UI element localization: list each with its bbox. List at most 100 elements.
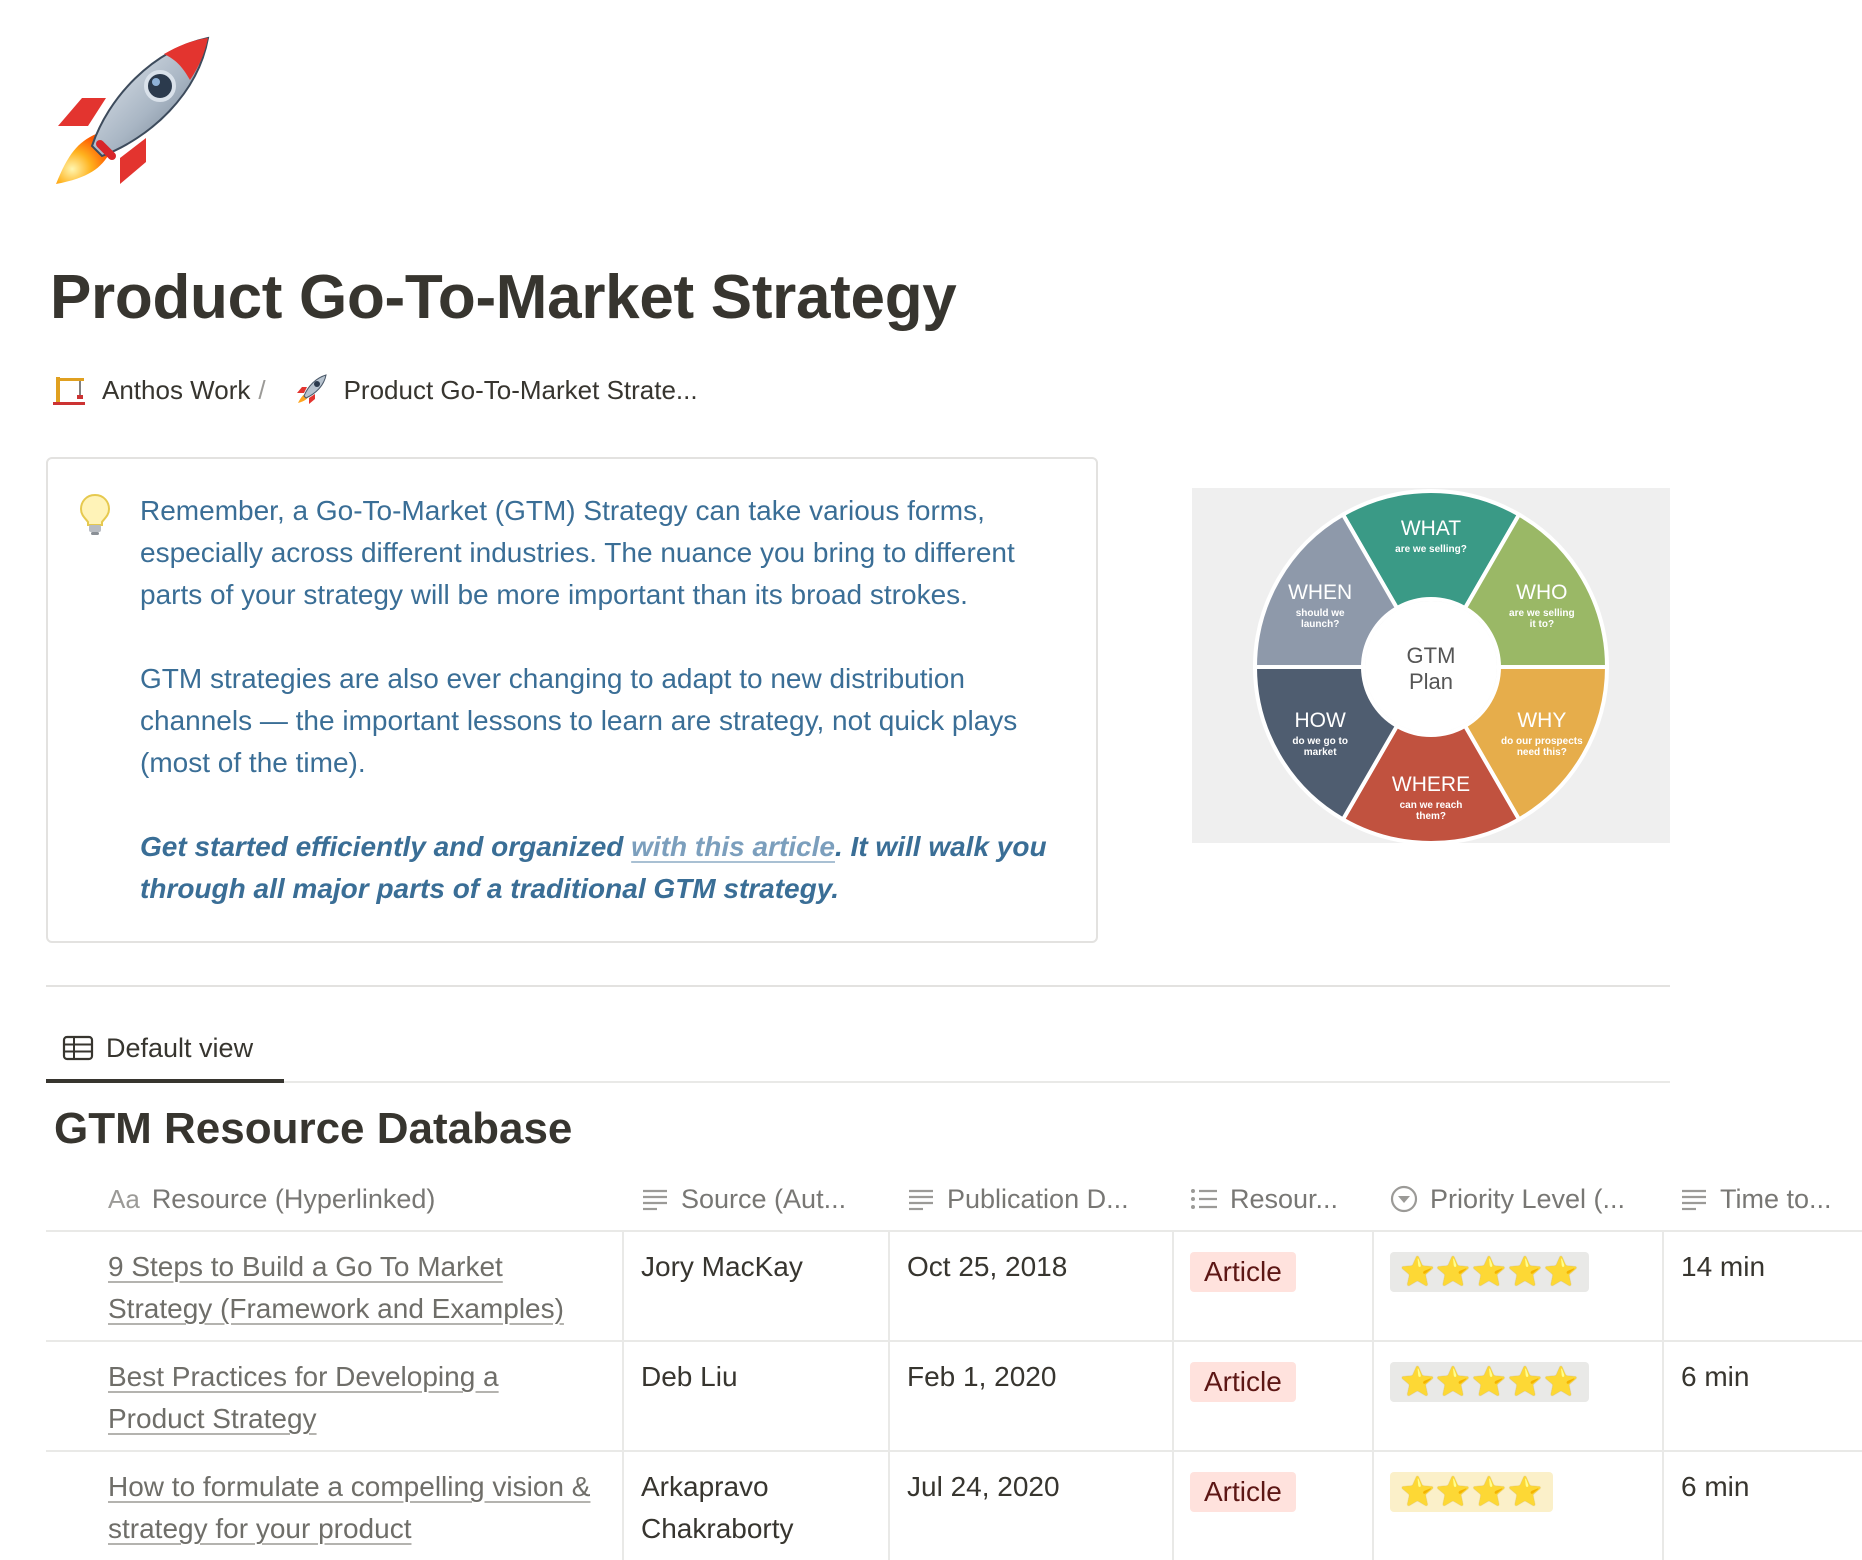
source-cell[interactable]: Arkapravo Chakraborty	[641, 1466, 881, 1550]
gtm-segment-subtitle: should we	[1296, 608, 1345, 619]
time-cell[interactable]: 14 min	[1681, 1246, 1765, 1288]
cell-divider	[622, 1452, 624, 1560]
gtm-segment-subtitle: can we reach	[1400, 800, 1463, 811]
cell-divider	[1172, 1452, 1174, 1560]
rocket-page-icon[interactable]	[48, 34, 213, 189]
priority-stars-badge[interactable]: ⭐⭐⭐⭐⭐	[1390, 1252, 1590, 1292]
gtm-segment-subtitle: are we selling?	[1395, 544, 1467, 555]
cell-divider	[888, 1342, 890, 1450]
priority-stars-badge[interactable]: ⭐⭐⭐⭐⭐	[1390, 1362, 1590, 1402]
callout-cta: Get started efficiently and organized wi…	[140, 826, 1080, 910]
gtm-center-label: GTM	[1407, 643, 1456, 668]
resource-link[interactable]: 9 Steps to Build a Go To Market Strategy…	[108, 1251, 564, 1324]
breadcrumb-item-current-page[interactable]: Product Go-To-Market Strate...	[344, 375, 698, 406]
column-header-priority[interactable]: Priority Level (...	[1390, 1168, 1650, 1230]
callout-paragraph-1: Remember, a Go-To-Market (GTM) Strategy …	[140, 495, 1015, 610]
table-row[interactable]: Best Practices for Developing a Product …	[46, 1342, 1862, 1450]
gtm-segment-subtitle: need this?	[1517, 747, 1567, 758]
text-lines-icon	[641, 1187, 669, 1211]
column-header-label: Time to...	[1720, 1183, 1832, 1214]
callout-paragraph-2: GTM strategies are also ever changing to…	[140, 663, 1018, 778]
column-header-source[interactable]: Source (Aut...	[641, 1168, 901, 1230]
gtm-segment-title: HOW	[1294, 709, 1346, 732]
resource-link[interactable]: Best Practices for Developing a Product …	[108, 1361, 499, 1434]
resource-cell: How to formulate a compelling vision & s…	[108, 1466, 618, 1550]
gtm-segment-title: WHAT	[1401, 517, 1461, 540]
source-cell[interactable]: Deb Liu	[641, 1356, 881, 1398]
gtm-segment-subtitle: it to?	[1530, 619, 1554, 630]
gtm-segment-subtitle: them?	[1416, 811, 1446, 822]
column-header-label: Resource (Hyperlinked)	[151, 1183, 436, 1214]
date-cell[interactable]: Feb 1, 2020	[907, 1356, 1167, 1398]
title-aa-icon: Aa	[108, 1183, 140, 1214]
callout-text: Remember, a Go-To-Market (GTM) Strategy …	[140, 490, 1080, 910]
gtm-segment-title: WHY	[1517, 709, 1566, 732]
gtm-center-label: Plan	[1409, 669, 1453, 694]
text-lines-icon	[907, 1187, 935, 1211]
cell-divider	[888, 1452, 890, 1560]
gtm-segment-subtitle: do our prospects	[1501, 736, 1583, 747]
table-icon	[62, 1035, 94, 1061]
gtm-wheel-diagram: WHAT are we selling? WHO are we sellingit t…	[1252, 489, 1610, 845]
date-cell[interactable]: Jul 24, 2020	[907, 1466, 1167, 1508]
cell-divider	[888, 1232, 890, 1340]
tab-default-view[interactable]: Default view	[46, 1012, 284, 1084]
resource-cell: Best Practices for Developing a Product …	[108, 1356, 548, 1440]
table-row[interactable]: 9 Steps to Build a Go To Market Strategy…	[46, 1232, 1862, 1340]
cell-divider	[1662, 1452, 1664, 1560]
resource-type-tag[interactable]: Article	[1190, 1362, 1296, 1402]
resource-link[interactable]: How to formulate a compelling vision & s…	[108, 1471, 590, 1544]
column-header-label: Publication D...	[947, 1183, 1129, 1214]
tab-label: Default view	[106, 1032, 254, 1063]
breadcrumb-separator: /	[258, 374, 266, 405]
column-header-label: Resour...	[1230, 1183, 1339, 1214]
cell-divider	[1172, 1342, 1174, 1450]
database-title[interactable]: GTM Resource Database	[54, 1104, 572, 1154]
date-cell[interactable]: Oct 25, 2018	[907, 1246, 1167, 1288]
callout-cta-text: Get started efficiently and organized	[140, 831, 632, 862]
column-header-resource[interactable]: Aa Resource (Hyperlinked)	[108, 1168, 668, 1230]
cell-divider	[1372, 1232, 1374, 1340]
active-tab-indicator	[46, 1079, 284, 1083]
column-header-time-to-read[interactable]: Time to...	[1680, 1168, 1862, 1230]
source-cell[interactable]: Jory MacKay	[641, 1246, 881, 1288]
priority-stars-badge[interactable]: ⭐⭐⭐⭐	[1390, 1472, 1554, 1512]
cell-divider	[1662, 1232, 1664, 1340]
cell-divider	[622, 1232, 624, 1340]
cell-divider	[622, 1342, 624, 1450]
cell-divider	[1662, 1342, 1664, 1450]
gtm-segment-subtitle: market	[1304, 747, 1337, 758]
text-lines-icon	[1680, 1187, 1708, 1211]
time-cell[interactable]: 6 min	[1681, 1466, 1749, 1508]
article-link[interactable]: with this article	[631, 831, 835, 862]
breadcrumb-item-anthos-work[interactable]: Anthos Work	[102, 375, 250, 406]
column-header-resource-type[interactable]: Resour...	[1190, 1168, 1390, 1230]
resource-type-tag[interactable]: Article	[1190, 1472, 1296, 1512]
rocket-icon	[296, 374, 327, 404]
resource-cell: 9 Steps to Build a Go To Market Strategy…	[108, 1246, 608, 1330]
gtm-plan-image[interactable]: WHAT are we selling? WHO are we selling it t…	[1192, 488, 1670, 845]
cell-divider	[1372, 1342, 1374, 1450]
resource-type-tag[interactable]: Article	[1190, 1252, 1296, 1292]
gtm-segment-subtitle: do we go to	[1292, 736, 1348, 747]
gtm-segment-title: WHERE	[1392, 773, 1470, 796]
cell-divider	[1172, 1232, 1174, 1340]
lightbulb-icon	[79, 493, 111, 535]
tabs-divider	[46, 1081, 1670, 1083]
column-header-publication-date[interactable]: Publication D...	[907, 1168, 1187, 1230]
page-title[interactable]: Product Go-To-Market Strategy	[50, 262, 957, 333]
divider	[46, 985, 1670, 987]
gtm-segment-title: WHEN	[1288, 581, 1352, 604]
cell-divider	[1372, 1452, 1374, 1560]
select-chevron-icon	[1390, 1185, 1418, 1213]
construction-crane-icon	[53, 377, 85, 405]
breadcrumb: Anthos Work / Product Go-To-Market Strat…	[52, 370, 698, 410]
gtm-segment-subtitle: launch?	[1301, 619, 1339, 630]
gtm-segment-subtitle: are we selling	[1509, 608, 1575, 619]
time-cell[interactable]: 6 min	[1681, 1356, 1749, 1398]
column-header-label: Source (Aut...	[681, 1183, 847, 1214]
column-header-label: Priority Level (...	[1430, 1183, 1626, 1214]
gtm-segment-title: WHO	[1516, 581, 1567, 604]
table-row[interactable]: How to formulate a compelling vision & s…	[46, 1452, 1862, 1560]
multi-select-icon	[1190, 1187, 1218, 1211]
